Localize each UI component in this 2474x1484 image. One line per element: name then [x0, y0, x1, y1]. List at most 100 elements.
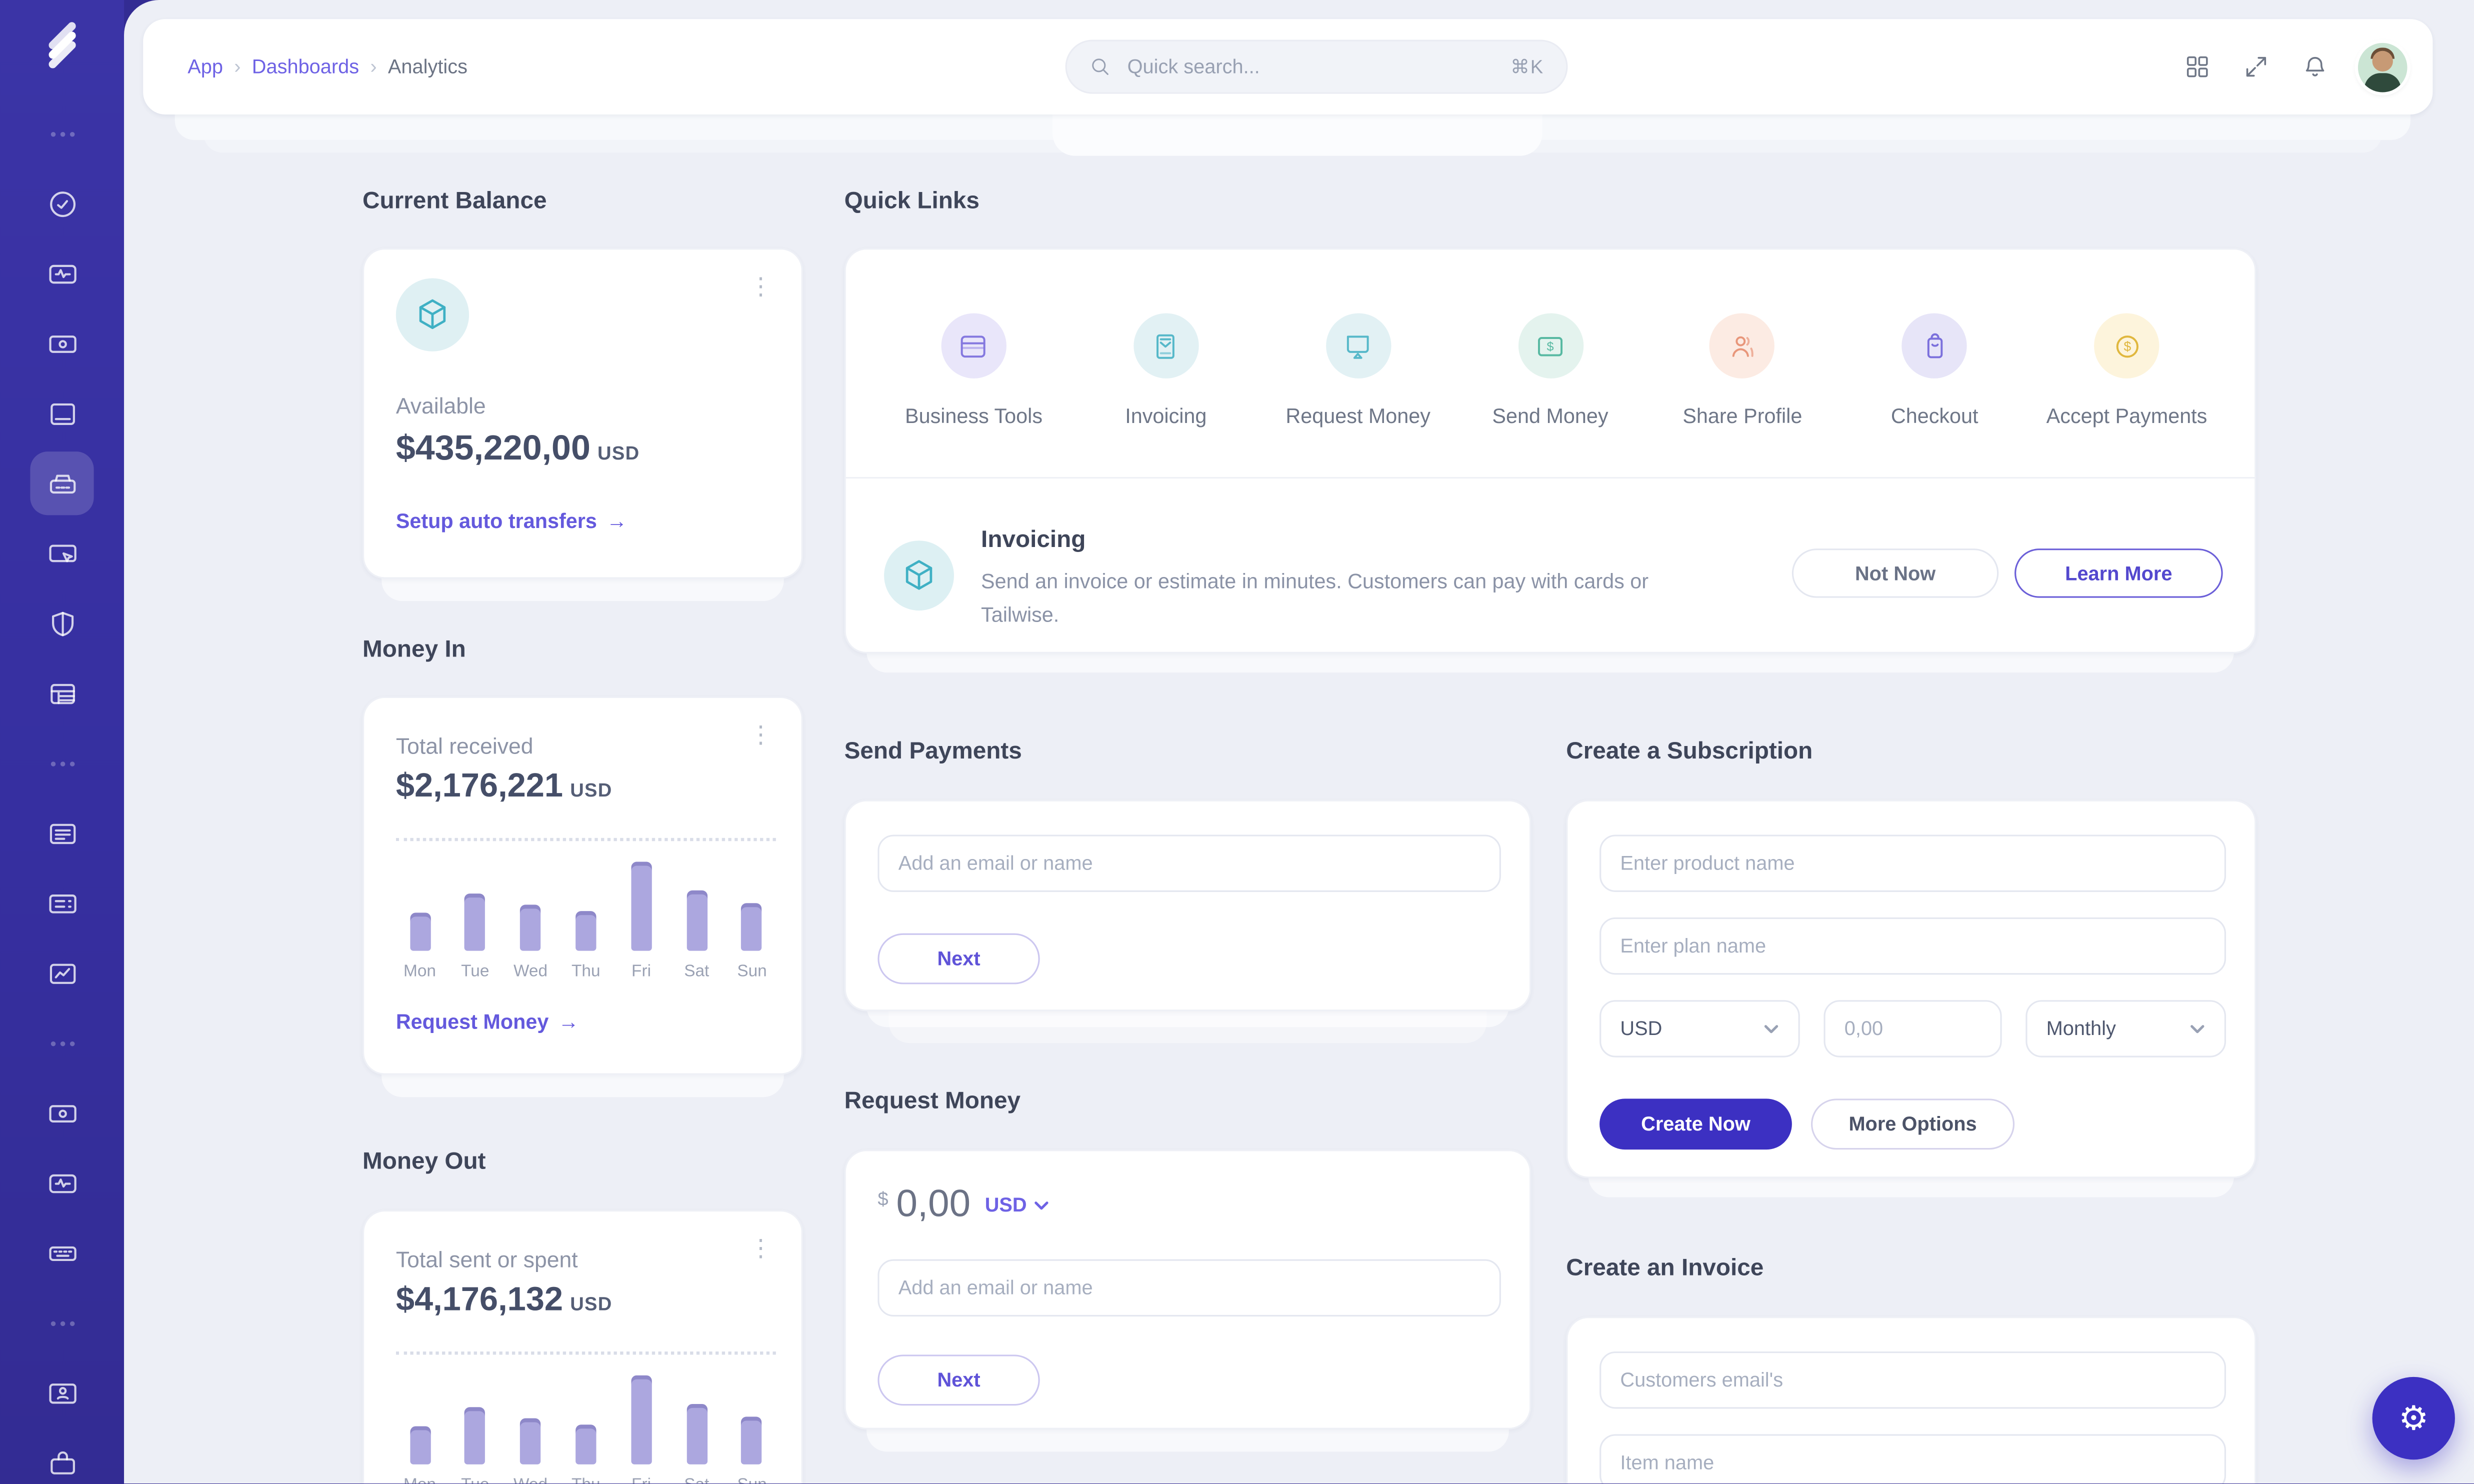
wallet-bill-icon [46, 1096, 79, 1130]
product-name-input[interactable] [1600, 835, 2226, 892]
breadcrumb-analytics: Analytics [388, 56, 468, 78]
dotted-divider [396, 1352, 776, 1354]
checkout-bag-icon [1902, 313, 1967, 378]
sidebar-item-charts[interactable] [43, 954, 81, 992]
section-title-create-invoice: Create an Invoice [1566, 1254, 1764, 1282]
request-money-link[interactable]: Request Money→ [396, 1010, 579, 1034]
sidebar-item-ledger[interactable] [43, 394, 81, 432]
section-title-money-out: Money Out [362, 1148, 486, 1175]
money-in-currency: USD [570, 779, 612, 802]
send-payments-card: Next [844, 800, 1532, 1012]
app-logo-icon[interactable] [42, 26, 83, 67]
money-in-amount: $2,176,221 [396, 768, 563, 804]
keyboard-icon [46, 1236, 79, 1270]
settings-fab-button[interactable]: ⚙ [2372, 1377, 2455, 1460]
bar-sun: Sun [732, 903, 773, 981]
quick-link-request-money[interactable]: Request Money [1262, 313, 1454, 428]
quick-link-send-money[interactable]: $ Send Money [1454, 313, 1646, 428]
quick-link-share-profile[interactable]: Share Profile [1646, 313, 1838, 428]
money-out-bar-chart: MonTueWedThuFriSatSun [399, 1370, 772, 1484]
sidebar-item-money[interactable] [43, 1094, 81, 1132]
request-amount-value[interactable]: 0,00 [896, 1183, 971, 1228]
sidebar [0, 0, 124, 1484]
quick-link-business-tools[interactable]: Business Tools [878, 313, 1070, 428]
section-title-create-subscription: Create a Subscription [1566, 738, 1812, 765]
kebab-menu-icon[interactable]: ⋮ [742, 1234, 779, 1264]
subscription-amount-input[interactable] [1824, 1000, 2002, 1057]
more-options-button[interactable]: More Options [1811, 1098, 2014, 1150]
briefcase-icon [46, 1446, 79, 1480]
request-money-next-button[interactable]: Next [878, 1354, 1040, 1406]
create-now-button[interactable]: Create Now [1600, 1098, 1792, 1150]
gear-icon: ⚙ [2398, 1398, 2428, 1438]
balance-amount: $435,220,00 [396, 428, 590, 468]
not-now-button[interactable]: Not Now [1792, 548, 1998, 598]
sidebar-divider-dots-icon [43, 744, 81, 782]
quick-link-invoicing[interactable]: Invoicing [1070, 313, 1262, 428]
sidebar-item-transactions[interactable] [43, 884, 81, 922]
sidebar-item-security[interactable] [43, 604, 81, 642]
activity-card-icon [46, 257, 79, 290]
divider [846, 477, 2254, 478]
money-out-amount: $4,176,132 [396, 1282, 563, 1318]
plan-name-input[interactable] [1600, 918, 2226, 974]
sidebar-divider-dots-icon [43, 1024, 81, 1062]
banner-description: Send an invoice or estimate in minutes. … [981, 564, 1700, 632]
chevron-down-icon [1033, 1198, 1049, 1214]
quick-link-checkout[interactable]: Checkout [1838, 313, 2030, 428]
sidebar-item-activity-2[interactable] [43, 1164, 81, 1202]
search-input[interactable] [1124, 54, 1498, 80]
ledger-book-icon [46, 396, 79, 430]
request-money-icon [1326, 313, 1390, 378]
quick-search[interactable]: ⌘K [1066, 40, 1568, 94]
kebab-menu-icon[interactable]: ⋮ [742, 720, 779, 750]
breadcrumb-app[interactable]: App [188, 56, 223, 78]
sidebar-item-wallet[interactable] [43, 324, 81, 362]
notifications-bell-icon[interactable] [2299, 51, 2331, 83]
send-payments-next-button[interactable]: Next [878, 934, 1040, 984]
customer-email-input[interactable] [1600, 1352, 2226, 1408]
fullscreen-icon[interactable] [2240, 51, 2272, 83]
apps-grid-icon[interactable] [2182, 51, 2214, 83]
accept-payments-coin-icon: $ [2094, 313, 2159, 378]
section-title-money-in: Money In [362, 636, 466, 663]
sidebar-item-spreadsheet[interactable] [43, 674, 81, 712]
sidebar-item-dashboard[interactable] [43, 184, 81, 222]
share-profile-icon [1710, 313, 1775, 378]
sidebar-item-payments-terminal[interactable] [43, 464, 81, 502]
request-money-recipient-input[interactable] [878, 1260, 1501, 1316]
send-payments-recipient-input[interactable] [878, 835, 1501, 892]
breadcrumb-dashboards[interactable]: Dashboards [252, 56, 359, 78]
sidebar-item-keyboard[interactable] [43, 1234, 81, 1272]
invoice-item-name-input[interactable] [1600, 1434, 2226, 1484]
breadcrumb-separator: › [370, 56, 376, 78]
sidebar-item-briefcase[interactable] [43, 1444, 81, 1482]
sidebar-item-list[interactable] [43, 814, 81, 852]
interval-select[interactable]: Monthly [2026, 1000, 2226, 1057]
sidebar-item-contacts[interactable] [43, 1374, 81, 1412]
user-avatar[interactable] [2358, 42, 2408, 92]
wallet-bill-icon [46, 326, 79, 360]
create-subscription-card: USD Monthly Create Now More Options [1566, 800, 2256, 1178]
currency-symbol: $ [878, 1188, 888, 1210]
transactions-icon [46, 886, 79, 920]
sidebar-divider-dots-icon [43, 1304, 81, 1342]
total-sent-label: Total sent or spent [396, 1246, 578, 1272]
bar-mon: Mon [399, 912, 440, 981]
bar-thu: Thu [565, 911, 606, 981]
available-label: Available [396, 392, 486, 418]
activity-card-icon [46, 1166, 79, 1200]
request-currency-dropdown[interactable]: USD [985, 1194, 1049, 1216]
svg-text:$: $ [1547, 339, 1554, 353]
currency-select[interactable]: USD [1600, 1000, 1800, 1057]
chevron-down-icon [2190, 1021, 2206, 1037]
learn-more-button[interactable]: Learn More [2014, 548, 2223, 598]
sidebar-item-activity[interactable] [43, 254, 81, 292]
quick-link-accept-payments[interactable]: $ Accept Payments [2030, 313, 2222, 428]
bar-fri: Fri [620, 862, 662, 982]
setup-auto-transfers-link[interactable]: Setup auto transfers→ [396, 509, 627, 533]
kebab-menu-icon[interactable]: ⋮ [742, 272, 779, 302]
bar-mon: Mon [399, 1426, 440, 1484]
sidebar-item-card-send[interactable] [43, 534, 81, 572]
bar-tue: Tue [454, 894, 496, 981]
